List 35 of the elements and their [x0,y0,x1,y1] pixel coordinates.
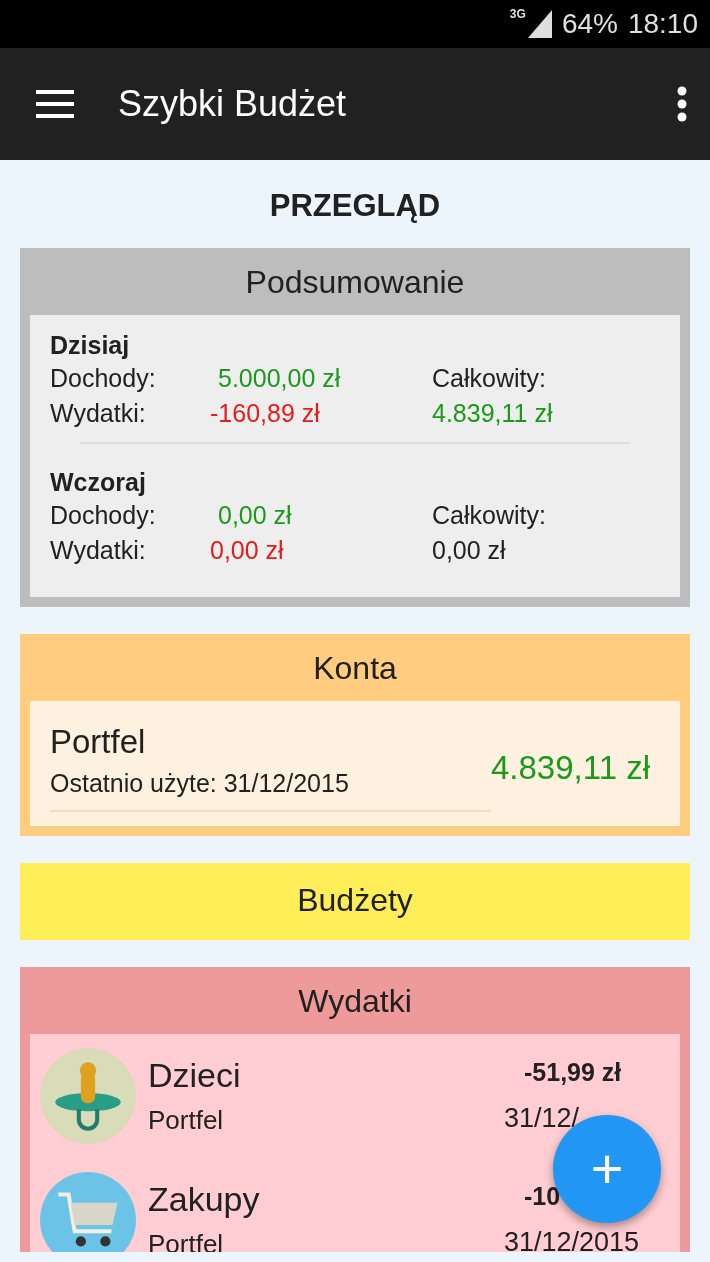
account-name: Portfel [50,723,146,761]
card-title: Wydatki [298,983,412,1020]
pacifier-icon [40,1048,136,1144]
expense-label: Wydatki: [50,536,146,565]
total-value: 0,00 zł [432,536,506,565]
category-name: Zakupy [148,1180,260,1219]
overflow-menu-button[interactable] [676,86,688,122]
card-title: Budżety [297,882,413,919]
account-balance: 4.839,11 zł [491,748,651,787]
total-value: 4.839,11 zł [432,399,553,428]
expense-amount: -51,99 zł [524,1058,622,1087]
total-label: Całkowity: [432,501,546,530]
category-name: Dzieci [148,1056,241,1095]
card-title: Podsumowanie [245,264,465,301]
account-name: Portfel [148,1105,224,1136]
expense-value: 0,00 zł [210,536,284,565]
clock: 18:10 [627,8,698,40]
expense-value: -160,89 zł [210,399,320,428]
income-value: 0,00 zł [218,501,292,530]
income-label: Dochody: [50,364,156,393]
total-label: Całkowity: [432,364,546,393]
app-title: Szybki Budżet [118,83,348,125]
card-title: Konta [313,650,397,687]
expense-date: 31/12/2015 [504,1227,640,1252]
income-value: 5.000,00 zł [218,364,341,393]
last-used-date: Ostatnio użyte: 31/12/2015 [50,769,349,798]
account-item[interactable]: Portfel Ostatnio użyte: 31/12/2015 4.839,11 zł [30,701,680,826]
period-name: Wczoraj [50,468,146,496]
expense-label: Wydatki: [50,399,146,428]
menu-button[interactable] [36,89,74,119]
page-title: PRZEGLĄD [269,188,441,224]
period-name: Dzisiaj [50,331,130,359]
battery-level: 64% [561,8,618,40]
income-label: Dochody: [50,501,156,530]
shopping-cart-icon [40,1172,136,1252]
